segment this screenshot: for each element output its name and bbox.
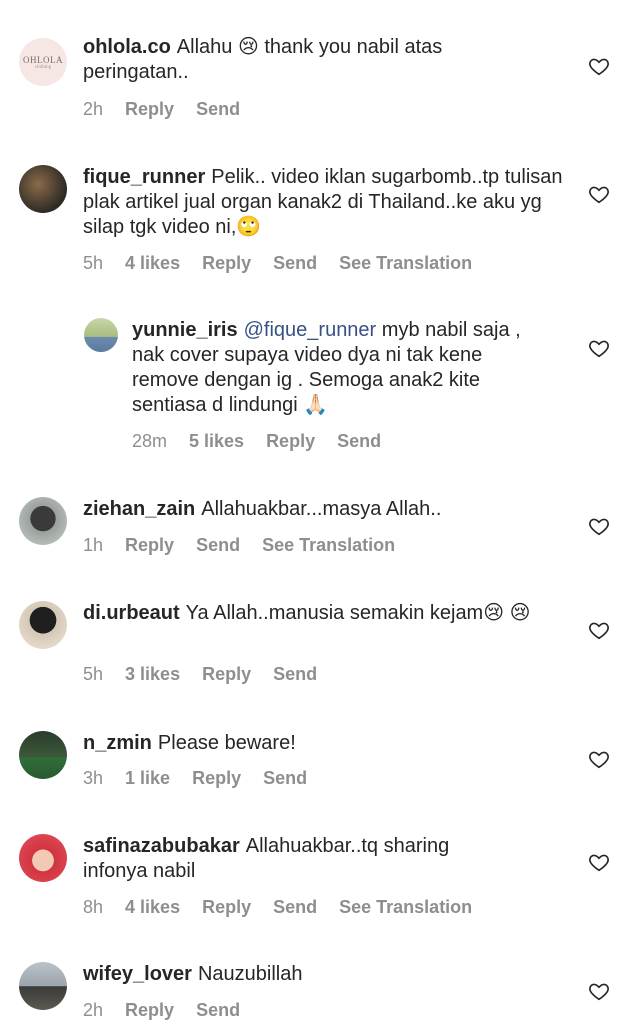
send-button[interactable]: Send (273, 897, 317, 918)
comment-mention[interactable]: @fique_runner (244, 319, 377, 341)
avatar[interactable] (19, 731, 67, 779)
comment-body: safinazabubakar Allahuakbar..tq sharing i… (83, 834, 513, 884)
comment-meta: 5h 4 likes Reply Send See Translation (83, 253, 472, 274)
comment-likes[interactable]: 1 like (125, 768, 170, 789)
send-button[interactable]: Send (337, 431, 381, 452)
see-translation-button[interactable]: See Translation (262, 535, 395, 556)
avatar[interactable] (19, 834, 67, 882)
comment-text: Ya Allah..manusia semakin kejam😢 😢 (185, 602, 531, 624)
avatar[interactable] (19, 601, 67, 649)
heart-outline-icon[interactable] (588, 748, 610, 770)
comment-time: 3h (83, 768, 104, 788)
comment-likes[interactable]: 5 likes (189, 431, 244, 452)
reply-button[interactable]: Reply (125, 535, 174, 556)
comment-username[interactable]: safinazabubakar (83, 835, 240, 857)
comment-time: 5h (83, 664, 104, 684)
see-translation-button[interactable]: See Translation (339, 253, 472, 274)
comment-username[interactable]: fique_runner (83, 166, 205, 188)
see-translation-button[interactable]: See Translation (339, 897, 472, 918)
comment-meta: 8h 4 likes Reply Send See Translation (83, 897, 472, 918)
heart-outline-icon[interactable] (588, 55, 610, 77)
comment-meta: 3h 1 like Reply Send (83, 768, 307, 789)
comment-username[interactable]: ziehan_zain (83, 498, 195, 520)
heart-outline-icon[interactable] (588, 183, 610, 205)
comment-username[interactable]: di.urbeaut (83, 602, 180, 624)
comment-likes[interactable]: 3 likes (125, 664, 180, 685)
comment-meta: 1h Reply Send See Translation (83, 535, 395, 556)
avatar[interactable]: OHLOLA clothing (19, 38, 67, 86)
avatar[interactable] (19, 165, 67, 213)
comment-likes[interactable]: 4 likes (125, 897, 180, 918)
send-button[interactable]: Send (196, 535, 240, 556)
send-button[interactable]: Send (263, 768, 307, 789)
avatar[interactable] (19, 497, 67, 545)
reply-button[interactable]: Reply (202, 664, 251, 685)
reply-button[interactable]: Reply (202, 253, 251, 274)
comment-body: yunnie_iris @fique_runner myb nabil saja … (132, 318, 552, 418)
reply-button[interactable]: Reply (125, 1000, 174, 1021)
heart-outline-icon[interactable] (588, 851, 610, 873)
comment-meta: 5h 3 likes Reply Send (83, 664, 317, 685)
comment-time: 5h (83, 253, 104, 273)
reply-button[interactable]: Reply (125, 99, 174, 120)
comment-username[interactable]: n_zmin (83, 732, 152, 754)
comment-body: ziehan_zain Allahuakbar...masya Allah.. (83, 497, 563, 522)
comment-body: di.urbeaut Ya Allah..manusia semakin keja… (83, 601, 563, 626)
avatar-logo-subtext: clothing (34, 64, 52, 70)
send-button[interactable]: Send (273, 664, 317, 685)
comment-time: 28m (132, 431, 168, 451)
avatar[interactable] (19, 962, 67, 1010)
comment-username[interactable]: ohlola.co (83, 36, 171, 58)
send-button[interactable]: Send (196, 1000, 240, 1021)
comment-username[interactable]: wifey_lover (83, 963, 192, 985)
heart-outline-icon[interactable] (588, 980, 610, 1002)
comment-body: n_zmin Please beware! (83, 731, 563, 756)
comment-body: ohlola.co Allahu 😢 thank you nabil atas p… (83, 35, 513, 85)
comment-meta: 2h Reply Send (83, 99, 240, 120)
comment-meta: 2h Reply Send (83, 1000, 240, 1021)
comment-body: fique_runner Pelik.. video iklan sugarbom… (83, 165, 563, 240)
heart-outline-icon[interactable] (588, 337, 610, 359)
comment-time: 2h (83, 99, 104, 119)
comment-meta: 28m 5 likes Reply Send (132, 431, 381, 452)
comment-body: wifey_lover Nauzubillah (83, 962, 563, 987)
comment-time: 8h (83, 897, 104, 917)
comment-username[interactable]: yunnie_iris (132, 319, 238, 341)
avatar-logo-text: OHLOLA (23, 54, 63, 65)
send-button[interactable]: Send (273, 253, 317, 274)
comment-text: Allahuakbar...masya Allah.. (201, 498, 442, 520)
heart-outline-icon[interactable] (588, 619, 610, 641)
avatar[interactable] (84, 318, 118, 352)
comment-text: Nauzubillah (197, 963, 303, 985)
reply-button[interactable]: Reply (192, 768, 241, 789)
comment-text: Please beware! (157, 732, 296, 754)
comment-time: 1h (83, 535, 104, 555)
comment-likes[interactable]: 4 likes (125, 253, 180, 274)
send-button[interactable]: Send (196, 99, 240, 120)
heart-outline-icon[interactable] (588, 515, 610, 537)
comment-time: 2h (83, 1000, 104, 1020)
reply-button[interactable]: Reply (202, 897, 251, 918)
reply-button[interactable]: Reply (266, 431, 315, 452)
